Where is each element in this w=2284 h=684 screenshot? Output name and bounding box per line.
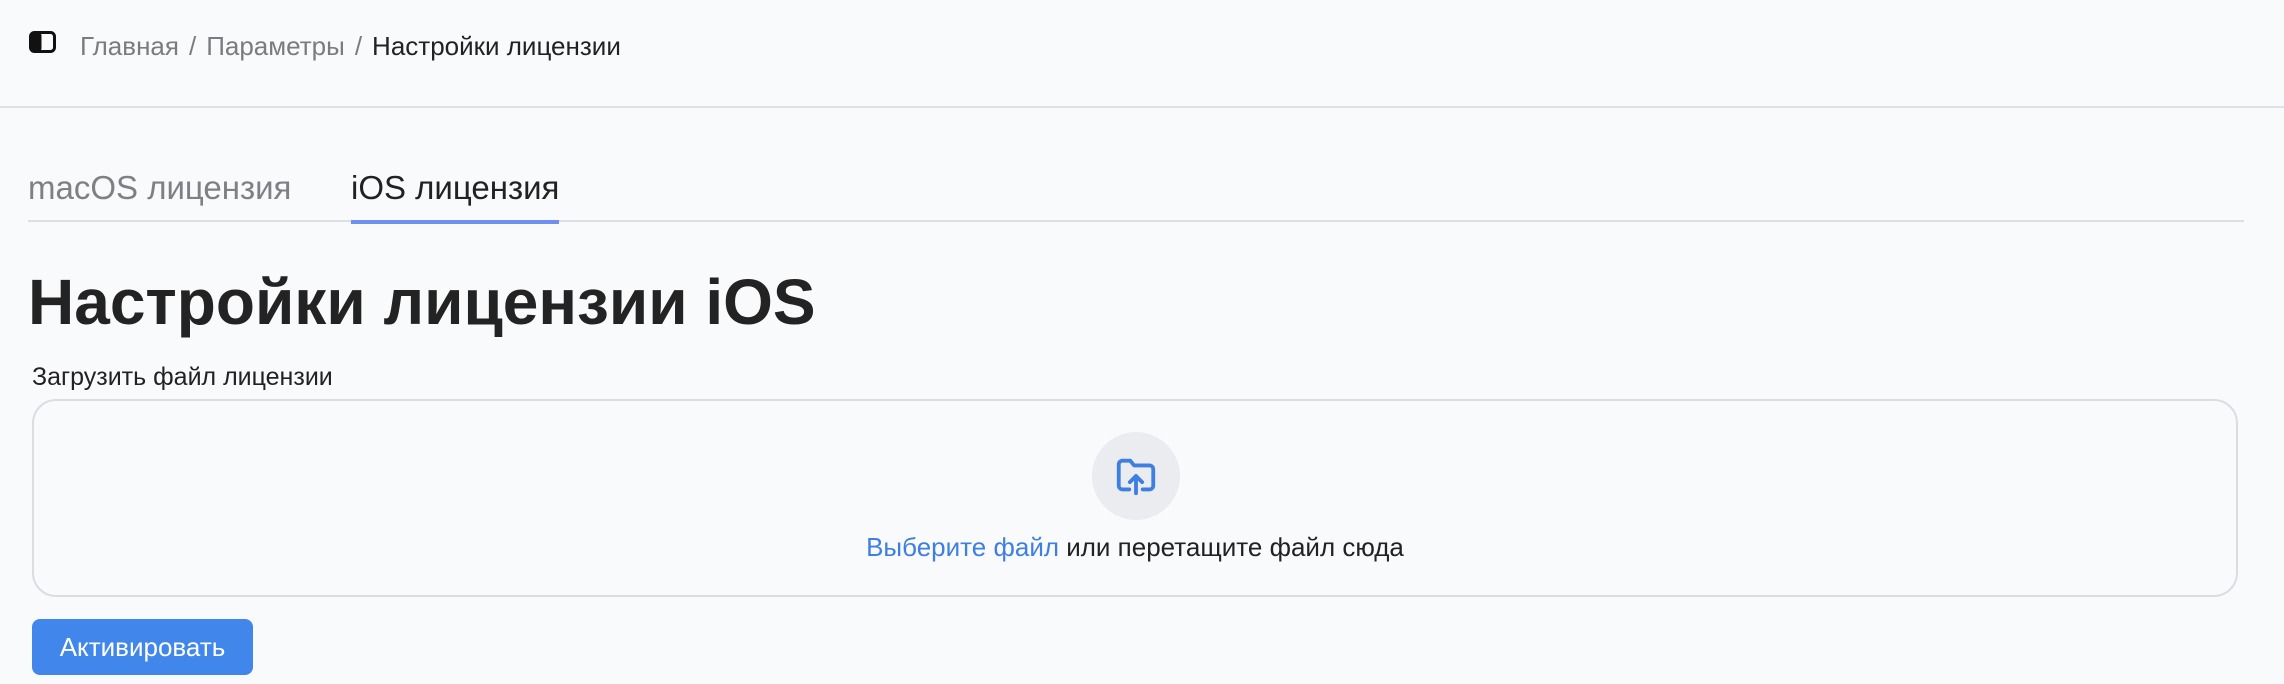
breadcrumb: Главная / Параметры / Настройки лицензии [80,28,621,64]
license-file-dropzone[interactable]: Выберите файл или перетащите файл сюда [32,399,2238,597]
upload-field-label: Загрузить файл лицензии [32,363,333,391]
license-tabs: macOS лицензия iOS лицензия [28,160,2244,224]
top-bar: Главная / Параметры / Настройки лицензии [0,0,2284,108]
breadcrumb-current: Настройки лицензии [372,30,621,61]
breadcrumb-separator: / [354,30,363,61]
dropzone-instructions: Выберите файл или перетащите файл сюда [34,532,2236,563]
folder-upload-icon [1092,432,1180,520]
drop-hint-text: или перетащите файл сюда [1059,532,1404,562]
choose-file-link[interactable]: Выберите файл [866,532,1059,562]
tab-ios-license[interactable]: iOS лицензия [351,160,560,224]
tab-macos-license[interactable]: macOS лицензия [28,160,291,222]
page-title: Настройки лицензии iOS [28,266,816,338]
breadcrumb-separator: / [188,30,197,61]
sidebar-toggle-icon[interactable] [29,31,56,53]
breadcrumb-settings-link[interactable]: Параметры [206,31,345,62]
activate-button[interactable]: Активировать [32,619,253,675]
breadcrumb-home-link[interactable]: Главная [80,31,179,62]
